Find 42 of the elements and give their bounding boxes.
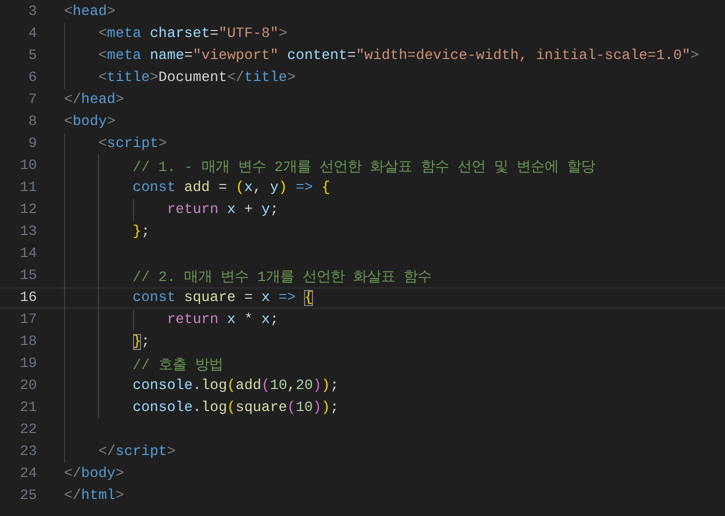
line-number: 20 [18, 378, 37, 394]
code-line: // 호출 방법 [132, 356, 223, 374]
code-line: <meta name="viewport" content="width=device-width, initial-scale=1.0"> [97, 48, 700, 64]
code-line: console.log(add(10,20)); [132, 378, 339, 394]
code-line: // 1. - 매개 변수 2개를 선언한 화살표 함수 선언 및 변순에 할당 [132, 158, 596, 176]
code-line: <meta charset="UTF-8"> [97, 26, 288, 42]
line-number: 23 [18, 444, 37, 460]
line-number: 15 [18, 268, 37, 284]
line-number: 24 [18, 466, 37, 482]
code-line: <title>Document</title> [97, 70, 296, 86]
line-number: 9 [27, 136, 37, 152]
code-line: const add = (x, y) => { [132, 180, 330, 196]
line-number: 6 [27, 70, 37, 86]
code-line: <head> [64, 4, 116, 20]
code-line: return x * x; [166, 312, 279, 328]
code-line: </html> [64, 488, 124, 504]
line-number: 18 [18, 334, 37, 350]
line-number: 12 [18, 202, 37, 218]
line-number: 17 [18, 312, 37, 328]
code-line: }; [132, 224, 150, 240]
line-number: 7 [27, 92, 37, 108]
code-line: <body> [64, 114, 116, 130]
code-line: </body> [64, 466, 124, 482]
code-line: return x + y; [166, 202, 279, 218]
line-number: 21 [18, 400, 37, 416]
line-number: 13 [18, 224, 37, 240]
line-number: 25 [18, 488, 37, 504]
code-line: console.log(square(10)); [132, 400, 339, 416]
code-line: // 2. 매개 변수 1개를 선언한 화살표 함수 [132, 268, 432, 286]
code-line: <script> [97, 136, 167, 152]
line-number: 11 [18, 180, 37, 196]
line-number: 8 [27, 114, 37, 130]
line-number: 14 [18, 246, 37, 262]
line-number: 4 [27, 26, 37, 42]
code-line: </script> [97, 444, 176, 460]
line-number: 5 [27, 48, 37, 64]
line-number: 19 [18, 356, 37, 372]
line-number: 22 [18, 422, 37, 438]
code-line: </head> [64, 92, 124, 108]
line-number: 10 [18, 158, 37, 174]
line-number: 3 [27, 4, 37, 20]
line-number: 16 [18, 290, 37, 306]
